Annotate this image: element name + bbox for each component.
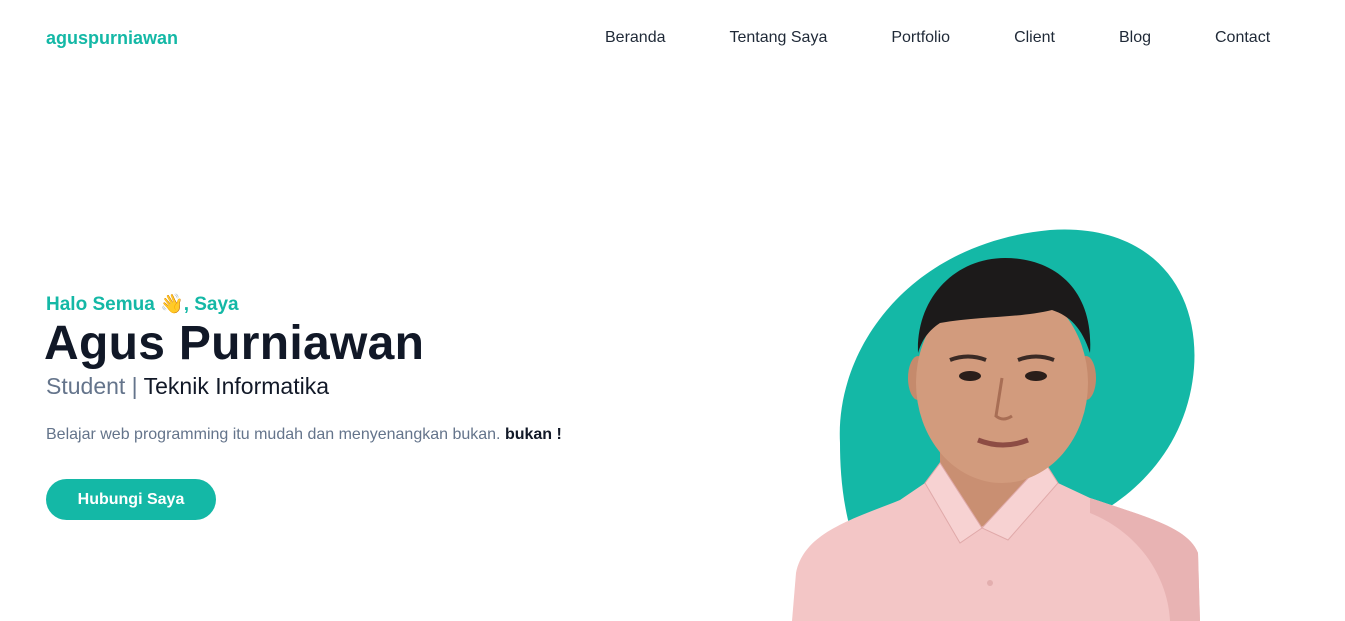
nav-portfolio[interactable]: Portfolio [891,29,950,47]
hero-name: Agus Purniawan [44,317,425,370]
description-bold: bukan ! [504,426,562,443]
hero-description: Belajar web programming itu mudah dan me… [46,426,562,444]
nav-tentang-saya[interactable]: Tentang Saya [730,29,828,47]
nav-blog[interactable]: Blog [1119,29,1151,47]
nav-beranda[interactable]: Beranda [605,29,666,47]
contact-button[interactable]: Hubungi Saya [46,479,216,520]
profile-photo [792,229,1200,621]
hero-greeting: Halo Semua 👋, Saya [46,294,239,315]
role-major: Teknik Informatika [143,373,329,399]
description-text: Belajar web programming itu mudah dan me… [46,426,505,443]
role-prefix: Student | [46,373,144,399]
main-nav: Beranda Tentang Saya Portfolio Client Bl… [605,29,1270,47]
brand-logo[interactable]: aguspurniawan [46,28,178,49]
hero-role: Student | Teknik Informatika [46,373,329,400]
page: aguspurniawan Beranda Tentang Saya Portf… [0,0,1345,621]
nav-contact[interactable]: Contact [1215,29,1270,47]
nav-client[interactable]: Client [1014,29,1055,47]
